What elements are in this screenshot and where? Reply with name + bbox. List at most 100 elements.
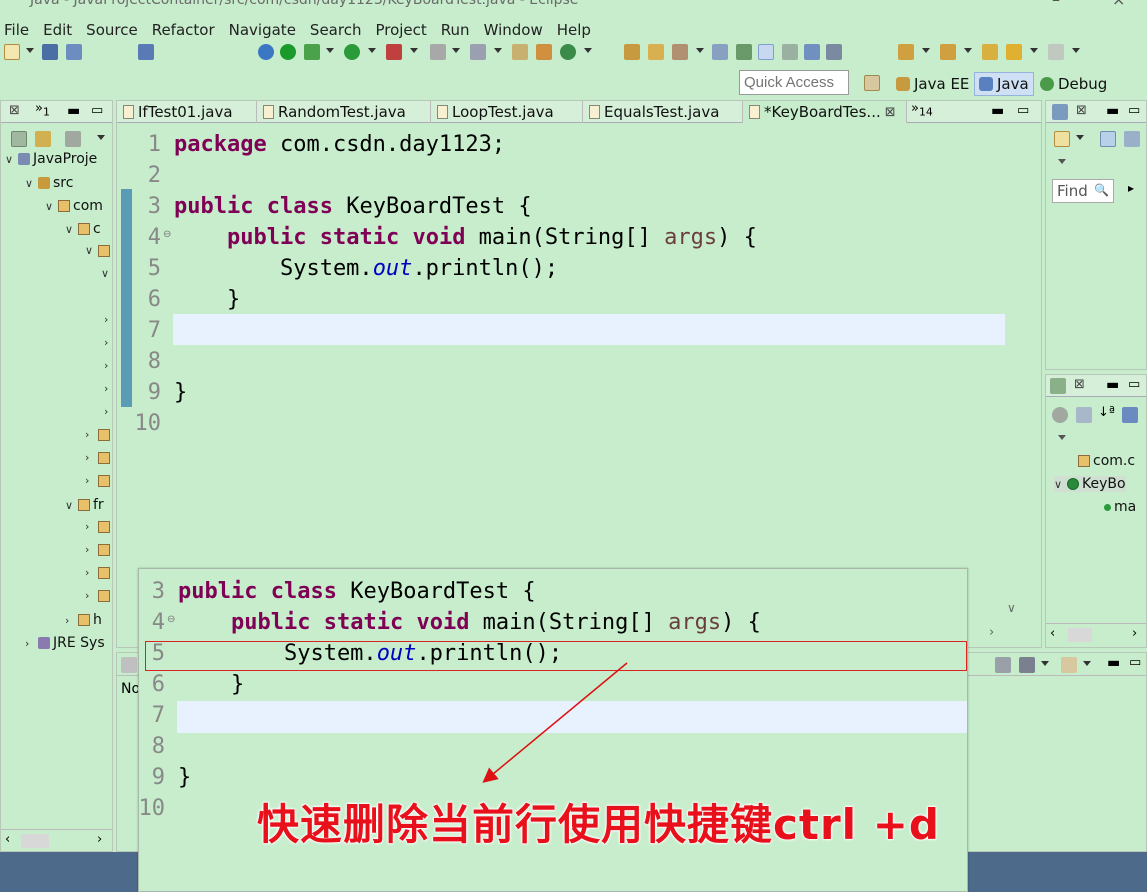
code-line[interactable]: public static void main(String[] args) { — [174, 225, 757, 250]
last-edit-icon[interactable] — [982, 44, 998, 60]
open-type-icon[interactable] — [624, 44, 640, 60]
new-package-icon[interactable] — [512, 44, 528, 60]
collapse-icon[interactable]: › — [104, 313, 114, 326]
close-view-icon[interactable]: ⊠ — [1074, 377, 1085, 392]
code-line[interactable]: public class KeyBoardTest { — [174, 194, 532, 219]
menu-run[interactable]: Run — [434, 21, 477, 39]
collapse-icon[interactable]: › — [85, 428, 95, 441]
collapse-icon[interactable]: › — [104, 336, 114, 349]
tree-item-package[interactable]: › — [85, 566, 110, 579]
collapse-icon[interactable]: › — [85, 520, 95, 533]
menu-project[interactable]: Project — [368, 21, 433, 39]
minimize-icon[interactable]: – — [1052, 0, 1060, 9]
collapse-icon[interactable]: › — [85, 566, 95, 579]
open-perspective-button-icon[interactable] — [864, 75, 880, 91]
terminal-icon[interactable] — [138, 44, 154, 60]
view-menu-icon[interactable] — [1058, 159, 1066, 164]
quick-access-input[interactable] — [739, 70, 849, 95]
open-task-icon[interactable] — [648, 44, 664, 60]
tree-item-com[interactable]: ∨ com — [45, 198, 103, 214]
open-perspective-icon[interactable] — [712, 44, 728, 60]
open-console-icon[interactable] — [1061, 657, 1077, 673]
skip-breakpoints-icon[interactable] — [258, 44, 274, 60]
expand-arrow-icon[interactable]: ▸ — [1128, 181, 1134, 195]
horizontal-scrollbar[interactable]: ‹ › — [1, 829, 112, 851]
expand-icon[interactable]: ∨ — [5, 153, 15, 166]
menu-help[interactable]: Help — [550, 21, 598, 39]
collapse-icon[interactable]: › — [85, 543, 95, 556]
tab-looptest[interactable]: LoopTest.java — [431, 101, 583, 123]
expand-icon[interactable]: ∨ — [65, 223, 75, 236]
new-class-dropdown-icon[interactable] — [584, 48, 592, 53]
deploy-dropdown-icon[interactable] — [494, 48, 502, 53]
display-console-icon[interactable] — [1019, 657, 1035, 673]
maximize-editor-icon[interactable]: ▭ — [1017, 103, 1029, 118]
tab-overflow-button[interactable]: »14 — [911, 101, 933, 119]
outline-item-method[interactable]: ma — [1104, 499, 1136, 515]
search-icon[interactable] — [672, 44, 688, 60]
prev-annotation-icon[interactable] — [940, 44, 956, 60]
code-line[interactable]: } — [174, 287, 240, 312]
tab-randomtest[interactable]: RandomTest.java — [257, 101, 431, 123]
save-icon[interactable] — [42, 44, 58, 60]
tree-item-package[interactable]: › — [85, 474, 110, 487]
expand-icon[interactable]: ∨ — [101, 267, 111, 280]
focus-icon[interactable] — [65, 131, 81, 147]
collapse-icon[interactable]: › — [104, 382, 114, 395]
search-dropdown-icon[interactable] — [696, 48, 704, 53]
display-console-dropdown-icon[interactable] — [1041, 661, 1049, 666]
menu-file[interactable]: File — [0, 21, 36, 39]
next-annotation-icon[interactable] — [898, 44, 914, 60]
tree-item-node[interactable]: ∨ — [101, 267, 111, 280]
scroll-right-icon[interactable]: › — [1132, 626, 1137, 641]
problems-icon[interactable] — [121, 657, 137, 673]
scroll-left-icon[interactable]: ‹ — [5, 832, 10, 847]
code-line[interactable]: } — [174, 380, 187, 405]
focus-icon[interactable] — [1052, 407, 1068, 423]
maximize-view-icon[interactable]: ▭ — [1128, 103, 1140, 118]
new-java-class-icon[interactable] — [560, 44, 576, 60]
collapse-icon[interactable]: › — [85, 474, 95, 487]
new-task-icon[interactable] — [1054, 131, 1070, 147]
close-tab-icon[interactable]: ⊠ — [885, 105, 896, 120]
scroll-left-icon[interactable]: ‹ — [1050, 626, 1055, 641]
view-menu-icon[interactable] — [1058, 435, 1066, 440]
toggle-mark-icon[interactable] — [736, 44, 752, 60]
code-line[interactable]: System.out.println(); — [174, 256, 558, 281]
tab-iftest01[interactable]: IfTest01.java — [117, 101, 257, 123]
panel-action-icon[interactable] — [995, 657, 1011, 673]
collapse-all-icon[interactable] — [11, 131, 27, 147]
link-editor-icon[interactable] — [35, 131, 51, 147]
scroll-thumb[interactable] — [21, 834, 49, 848]
collapse-icon[interactable]: › — [104, 359, 114, 372]
scroll-right-icon[interactable]: › — [97, 832, 102, 847]
minimize-view-icon[interactable]: ▬ — [67, 103, 80, 119]
new-task-dropdown-icon[interactable] — [1076, 135, 1084, 140]
stop-icon[interactable] — [430, 44, 446, 60]
expand-icon[interactable]: ∨ — [85, 244, 95, 257]
toggle-breadcrumb-icon[interactable] — [782, 44, 798, 60]
horizontal-scrollbar[interactable]: ‹ › — [1046, 623, 1146, 645]
menu-window[interactable]: Window — [477, 21, 550, 39]
tree-item-package[interactable]: › — [85, 451, 110, 464]
new-icon[interactable] — [4, 44, 20, 60]
external-tools-icon[interactable] — [386, 44, 402, 60]
scroll-thumb[interactable] — [1068, 628, 1092, 642]
run-dropdown-icon[interactable] — [368, 48, 376, 53]
menu-source[interactable]: Source — [79, 21, 145, 39]
perspective-java-ee[interactable]: Java EE — [896, 72, 969, 96]
minimize-view-icon[interactable]: ▬ — [1106, 103, 1119, 119]
tree-item-jre[interactable]: › JRE Sys — [25, 635, 105, 651]
minimize-view-icon[interactable]: ▬ — [1107, 655, 1120, 671]
external-tools-dropdown-icon[interactable] — [410, 48, 418, 53]
scroll-down-icon[interactable]: ∨ — [1007, 601, 1016, 615]
next-annotation-dropdown-icon[interactable] — [922, 48, 930, 53]
outline-icon[interactable] — [1050, 378, 1066, 394]
tab-equalstest[interactable]: EqualsTest.java — [583, 101, 743, 123]
code-line[interactable]: package com.csdn.day1123; — [174, 132, 505, 157]
tree-item-package[interactable]: › — [85, 428, 110, 441]
perspective-java[interactable]: Java — [974, 72, 1034, 96]
tree-item-node[interactable]: › — [104, 382, 114, 395]
forward-dropdown-icon[interactable] — [1072, 48, 1080, 53]
expand-icon[interactable]: ∨ — [45, 200, 55, 213]
